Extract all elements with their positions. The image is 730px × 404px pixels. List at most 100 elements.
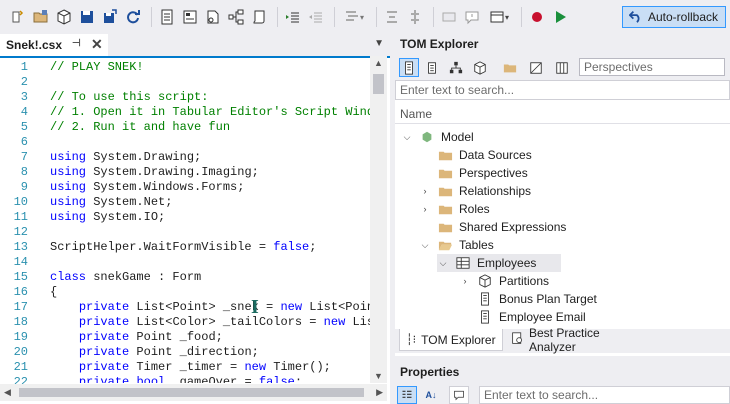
open-file-icon[interactable] [31,7,51,27]
toolbar-separator [376,7,377,27]
tree-node-employees[interactable]: ⌵ Employees [437,254,561,272]
line-number: 5 [20,120,28,134]
close-icon[interactable]: ✕ [91,36,103,53]
pin-icon[interactable]: ⊣ [72,38,81,49]
new-measure-icon[interactable] [203,7,223,27]
tree-node-roles[interactable]: › Roles [419,200,490,218]
expand-icon[interactable]: › [459,276,471,286]
tree-node-data-sources[interactable]: Data Sources [419,146,532,164]
code-line[interactable]: using System.Drawing.Imaging; [50,165,259,180]
scroll-up-icon[interactable]: ▲ [374,58,383,68]
show-measures-icon[interactable] [470,58,490,77]
document-icon[interactable] [157,7,177,27]
filter-icon[interactable] [526,58,546,77]
perspectives-select[interactable]: Perspectives [579,58,725,76]
window-icon[interactable]: ▾ [485,7,513,27]
scroll-thumb[interactable] [373,74,384,94]
tree-node-shared-expressions[interactable]: Shared Expressions [419,218,566,236]
properties-title: Properties [400,365,460,379]
tree-node-bonus-plan-target[interactable]: Bonus Plan Target [459,290,597,308]
property-pages-icon[interactable] [449,386,469,404]
tree-node-employee-email[interactable]: Employee Email [459,308,586,326]
show-hierarchy-icon[interactable] [446,58,466,77]
toolbar-separator [334,7,335,27]
expand-icon[interactable]: › [419,204,431,214]
display-mode-icon[interactable] [399,58,419,77]
code-comment: // 2. Run it and have fun [50,120,231,134]
model-tree: ⌵ Model Data Sources Perspectives › Relati… [395,126,730,326]
code-line[interactable]: private Point _food; [50,330,223,345]
code-line[interactable]: private List<Point> _snek = new List<Poi… [50,300,370,315]
show-hidden-icon[interactable] [422,58,442,77]
properties-search-input[interactable]: Enter text to search... [479,386,730,404]
code-line[interactable]: private Point _direction; [50,345,259,360]
code-keyword: private [78,300,130,314]
tree-node-model[interactable]: ⌵ Model [401,128,474,146]
line-number: 21 [13,360,28,374]
code-line[interactable]: // 1. Open it in Tabular Editor's Script… [50,105,370,120]
code-line[interactable]: private List<Color> _tailColors = new Li… [50,315,370,330]
tree-node-partitions[interactable]: › Partitions [459,272,550,290]
columns-icon[interactable] [552,58,572,77]
open-database-icon[interactable] [54,7,74,27]
line-number: 18 [13,315,28,329]
code-line[interactable]: using System.Net; [50,195,172,210]
code-area[interactable]: // PLAY SNEK! // To use this script:// 1.… [50,58,370,383]
code-line[interactable]: private Timer _timer = new Timer(); [50,360,331,375]
code-line[interactable]: using System.Drawing; [50,150,201,165]
refresh-icon[interactable] [123,7,143,27]
code-line[interactable]: // To use this script: [50,90,208,105]
save-to-folder-icon[interactable] [100,7,120,27]
document-tab[interactable]: Snek!.csx ⊣ ✕ [0,34,108,56]
code-text: List [352,315,370,329]
save-icon[interactable] [77,7,97,27]
name-column-header[interactable]: Name [395,104,730,124]
line-number: 12 [13,225,28,239]
folder-icon [437,183,453,199]
table-icon [455,255,471,271]
scroll-down-icon[interactable]: ▼ [374,371,383,381]
scroll-thumb[interactable] [19,388,364,397]
stop-icon[interactable] [527,7,547,27]
new-model-icon[interactable] [8,7,28,27]
auto-rollback-button[interactable]: Auto-rollback [622,6,726,28]
code-line[interactable]: private bool _gameOver = false; [50,375,302,383]
collapse-icon[interactable]: ⌵ [401,132,413,143]
tree-icon: ┆⁝ [406,334,417,346]
code-line[interactable]: // 2. Run it and have fun [50,120,230,135]
tree-node-tables[interactable]: ⌵ Tables [419,236,494,254]
scroll-right-icon[interactable]: ▶ [376,387,383,398]
code-keyword: private [78,330,130,344]
tab-tom-explorer[interactable]: ┆⁝ TOM Explorer [399,329,503,351]
bpa-icon [511,332,524,348]
code-line[interactable]: { [50,285,57,300]
tab-dropdown-icon[interactable]: ▼ [374,38,384,49]
show-folders-icon[interactable] [500,58,520,77]
tree-node-relationships[interactable]: › Relationships [419,182,532,200]
code-line[interactable]: class snekGame : Form [50,270,201,285]
hierarchy-icon[interactable] [226,7,246,27]
indent-icon[interactable] [283,7,303,27]
line-number: 20 [13,345,28,359]
collapse-icon[interactable]: ⌵ [437,258,449,269]
code-line[interactable]: ScriptHelper.WaitFormVisible = false; [50,240,316,255]
code-line[interactable]: // PLAY SNEK! [50,60,144,75]
categorized-icon[interactable] [397,386,417,404]
editor-horizontal-scrollbar[interactable]: ◀ ▶ [0,384,387,401]
folder-icon [437,219,453,235]
scroll-left-icon[interactable]: ◀ [4,387,11,398]
collapse-icon[interactable]: ⌵ [419,240,431,251]
run-icon[interactable] [550,7,570,27]
code-line[interactable]: using System.Windows.Forms; [50,180,244,195]
line-number: 11 [13,210,28,224]
sort-alphabetical-icon[interactable]: A↓ [421,386,441,404]
form-icon[interactable] [180,7,200,27]
script-icon[interactable] [249,7,269,27]
tom-search-input[interactable]: Enter text to search... [395,80,730,100]
tab-best-practice-analyzer[interactable]: Best Practice Analyzer [505,326,653,354]
expand-icon[interactable]: › [419,186,431,196]
code-text: Point _food; [129,330,223,344]
code-line[interactable]: using System.IO; [50,210,165,225]
editor-vertical-scrollbar[interactable]: ▲ ▼ [370,56,387,383]
tree-node-perspectives[interactable]: Perspectives [419,164,528,182]
